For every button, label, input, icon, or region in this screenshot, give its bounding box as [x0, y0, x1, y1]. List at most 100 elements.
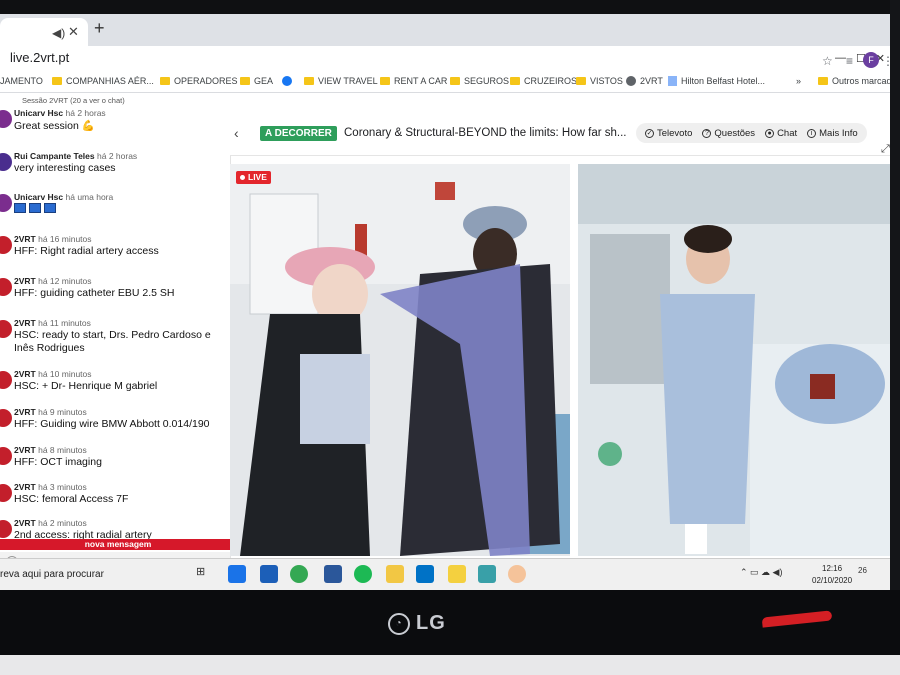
bookmark-item[interactable]: Outros marcadores: [818, 74, 890, 88]
outlook-icon[interactable]: [416, 565, 434, 583]
folder-icon: [52, 77, 62, 85]
spotify-icon[interactable]: [354, 565, 372, 583]
bookmark-item[interactable]: JAMENTO: [0, 74, 43, 88]
flag-icon: [29, 203, 41, 213]
bookmarks-overflow-button[interactable]: »: [796, 74, 801, 88]
folder-icon: [450, 77, 460, 85]
bookmark-item[interactable]: 2VRT: [626, 74, 663, 88]
avatar: [0, 153, 12, 171]
bookmark-label: SEGUROS: [464, 76, 510, 86]
chat-icon: ●: [765, 128, 775, 138]
message-text: HFF: OCT imaging: [14, 456, 102, 468]
avatar: [0, 236, 12, 254]
bookmark-label: Hilton Belfast Hotel...: [681, 76, 766, 86]
bookmark-label: VIEW TRAVEL: [318, 76, 378, 86]
status-badge: A DECORRER: [260, 126, 337, 141]
reading-list-icon[interactable]: ≡: [846, 54, 853, 68]
folder-icon: [160, 77, 170, 85]
new-message-banner[interactable]: nova mensagem: [0, 539, 230, 550]
message-time: há 16 minutos: [38, 234, 92, 244]
bookmark-item[interactable]: RENT A CAR: [380, 74, 447, 88]
monitor-bezel-right: [890, 0, 900, 590]
televoto-button[interactable]: ✓ Televoto: [640, 128, 697, 139]
chat-session-label: Sessão 2VRT (20 a ver o chat): [22, 96, 125, 105]
avatar: [0, 194, 12, 212]
notification-icon[interactable]: 26: [858, 566, 874, 580]
button-label: Questões: [714, 127, 756, 139]
bookmark-item[interactable]: VIEW TRAVEL: [304, 74, 378, 88]
chrome-icon[interactable]: [290, 565, 308, 583]
message-text: HSC: femoral Access 7F: [14, 493, 129, 505]
system-tray[interactable]: ⌃ ▭ ☁ ◀): [740, 567, 782, 578]
screen: ◀) ✕ + live.2vrt.pt — ☐ ✕ JAMENTO COMPAN…: [0, 14, 890, 590]
video-frame: [230, 164, 890, 556]
bookmark-label: Outros marcadores: [832, 76, 890, 86]
message-text: HSC: ready to start, Drs. Pedro Cardoso …: [14, 329, 211, 354]
close-icon[interactable]: ✕: [68, 24, 79, 40]
edge-icon[interactable]: [228, 565, 246, 583]
taskbar-clock[interactable]: 12:16 02/10/2020: [812, 563, 852, 587]
message-author: Rui Campante Teles: [14, 151, 95, 161]
profile-avatar[interactable]: F: [863, 52, 879, 68]
folder-icon: [510, 77, 520, 85]
bookmark-item[interactable]: [282, 74, 292, 88]
folder-icon: [304, 77, 314, 85]
message-text: HFF: guiding catheter EBU 2.5 SH: [14, 287, 175, 299]
overflow-label: »: [796, 76, 802, 86]
globe-icon: [626, 76, 636, 86]
back-chevron-icon[interactable]: ‹: [234, 125, 239, 141]
avatar: [0, 371, 12, 389]
avatar: [0, 484, 12, 502]
clock-date: 02/10/2020: [812, 576, 853, 585]
bookmark-label: VISTOS: [590, 76, 623, 86]
bookmark-item[interactable]: OPERADORES: [160, 74, 238, 88]
bookmark-item[interactable]: COMPANHIAS AÉR...: [52, 74, 154, 88]
app-icon[interactable]: [478, 565, 496, 583]
file-explorer-icon[interactable]: [386, 565, 404, 583]
questoes-button[interactable]: ? Questões: [697, 128, 760, 139]
app-icon[interactable]: [508, 565, 526, 583]
brand-label: LG: [416, 612, 446, 634]
message-author: 2VRT: [14, 369, 36, 379]
bookmark-item[interactable]: GEA: [240, 74, 273, 88]
message-time: há 2 horas: [97, 151, 138, 161]
word-icon[interactable]: [324, 565, 342, 583]
taskbar-search[interactable]: reva aqui para procurar: [0, 569, 104, 580]
url-text[interactable]: live.2vrt.pt: [10, 50, 69, 65]
live-dot-icon: [240, 175, 245, 180]
bookmarks-bar: JAMENTO COMPANHIAS AÉR... OPERADORES GEA…: [0, 52, 890, 93]
document-icon: [668, 76, 677, 86]
avatar: [0, 520, 12, 538]
mais-info-button[interactable]: i Mais Info: [802, 128, 863, 139]
menu-kebab-icon[interactable]: ⋮: [882, 54, 890, 68]
live-label: LIVE: [248, 172, 267, 182]
new-tab-button[interactable]: +: [94, 18, 105, 39]
sticky-notes-icon[interactable]: [448, 565, 466, 583]
bookmark-item[interactable]: CRUZEIROS: [510, 74, 577, 88]
message-time: há uma hora: [65, 192, 114, 202]
avatar: [0, 110, 12, 128]
task-view-icon[interactable]: ⊞: [196, 565, 214, 583]
browser-tab[interactable]: ◀) ✕: [0, 18, 88, 46]
message-author: 2VRT: [14, 234, 36, 244]
clock-time: 12:16: [822, 564, 843, 573]
minimize-icon[interactable]: —: [835, 52, 846, 64]
message-text: HFF: Guiding wire BMW Abbott 0.014/190: [14, 418, 210, 430]
message-time: há 3 minutos: [38, 482, 87, 492]
chat-button[interactable]: ● Chat: [760, 128, 802, 139]
expand-icon[interactable]: ⤢: [881, 143, 890, 156]
avatar: [0, 320, 12, 338]
bookmark-item[interactable]: VISTOS: [576, 74, 623, 88]
video-player[interactable]: LIVE: [230, 164, 890, 556]
speaker-icon[interactable]: ◀): [52, 26, 65, 40]
message-text: HFF: Right radial artery access: [14, 245, 159, 257]
bookmark-item[interactable]: Hilton Belfast Hotel...: [668, 74, 765, 88]
bookmark-item[interactable]: SEGUROS: [450, 74, 509, 88]
live-badge: LIVE: [236, 171, 271, 184]
button-label: Mais Info: [819, 127, 858, 139]
star-icon[interactable]: ☆: [822, 54, 833, 68]
ie-icon[interactable]: [260, 565, 278, 583]
bookmark-label: CRUZEIROS: [524, 76, 578, 86]
bookmark-label: COMPANHIAS AÉR...: [66, 76, 154, 86]
chat-panel: Sessão 2VRT (20 a ver o chat) Unicarv Hs…: [0, 93, 231, 571]
